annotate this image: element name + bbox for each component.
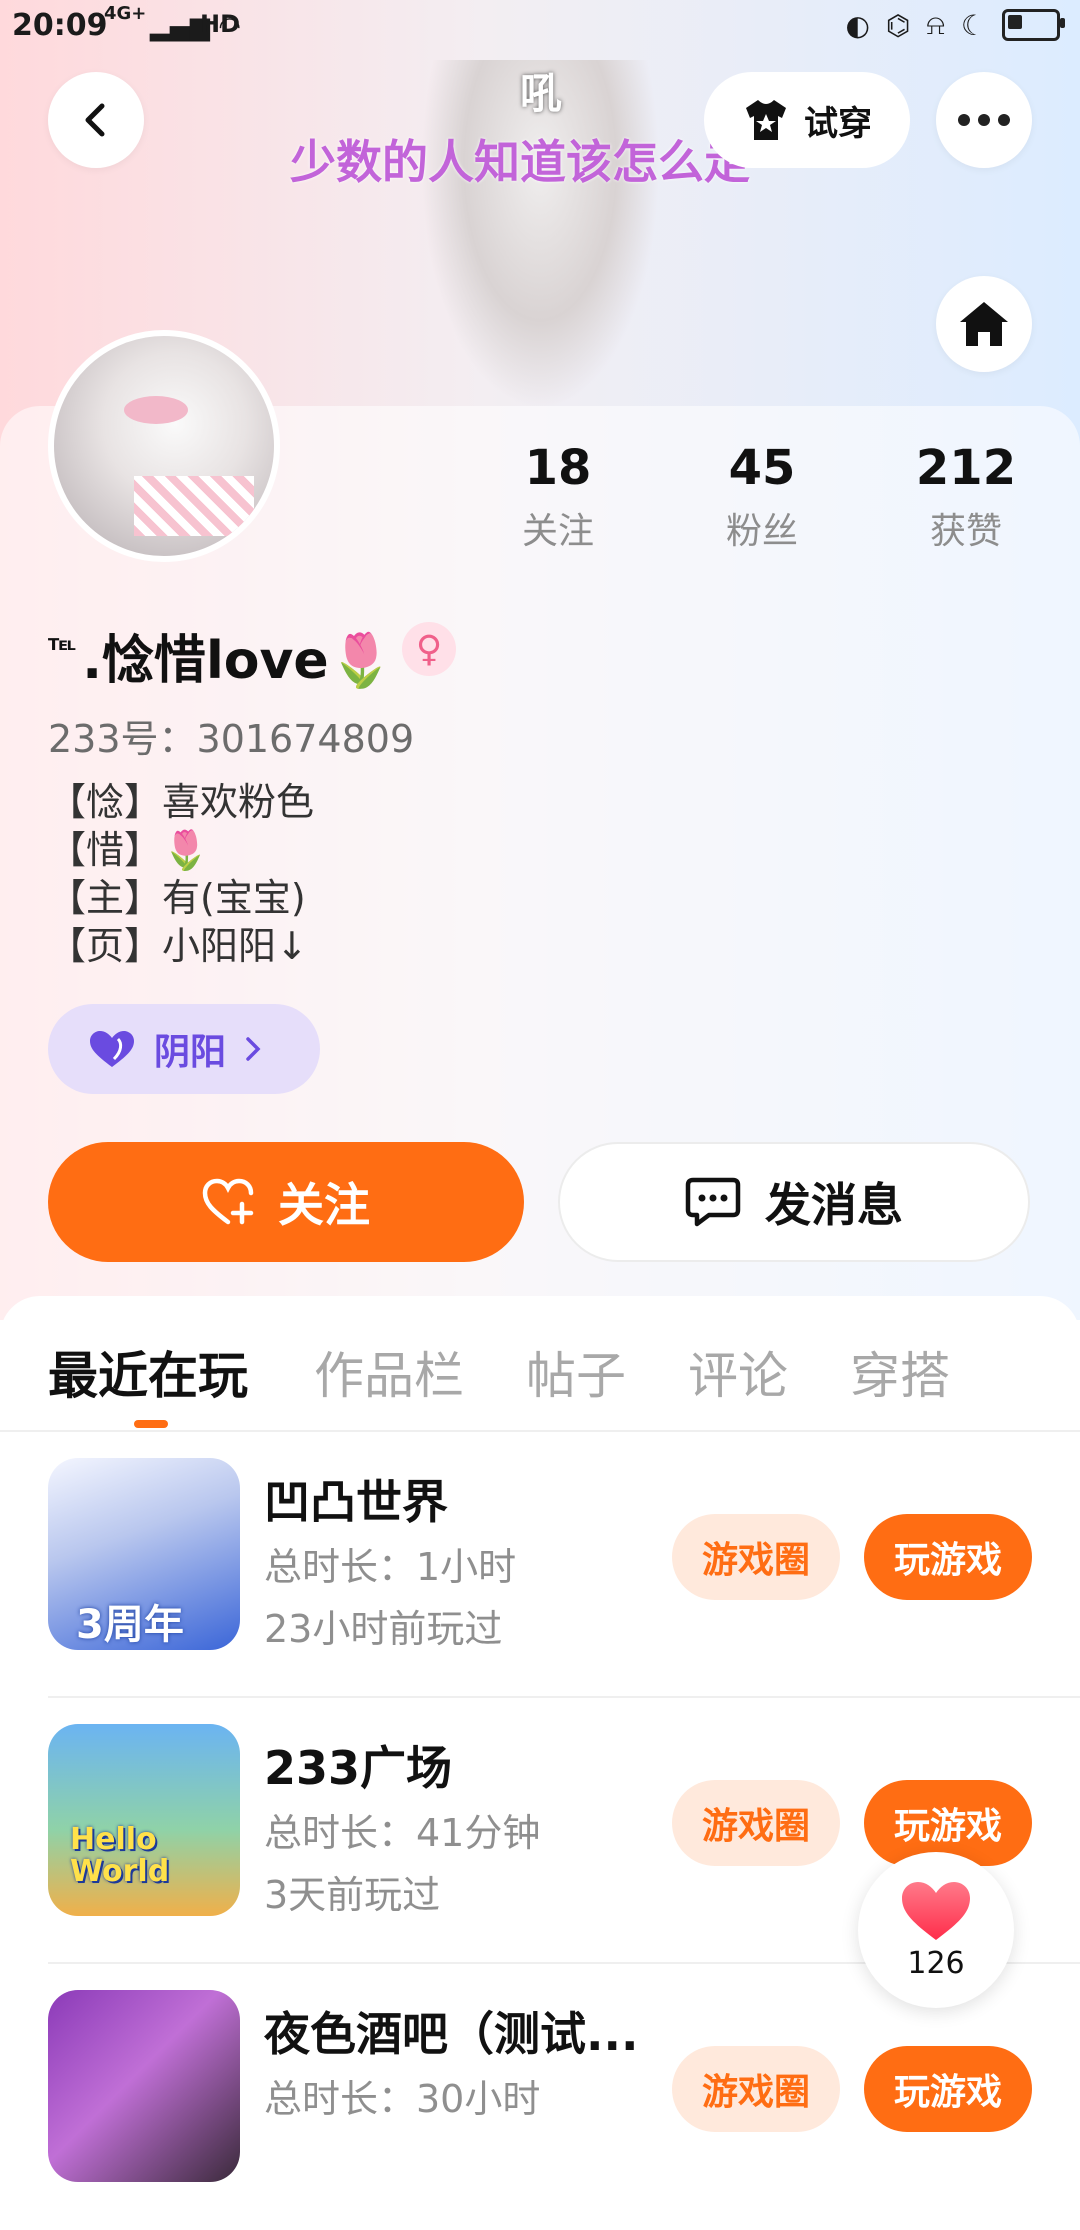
- network-type: 4G+: [104, 3, 147, 24]
- icon-badge-text: Hello World: [70, 1822, 170, 1889]
- stat-likes-value: 212: [915, 440, 1017, 496]
- battery-icon: [1002, 9, 1065, 41]
- back-button[interactable]: [48, 72, 144, 168]
- follow-label: 关注: [278, 1178, 370, 1232]
- stat-following[interactable]: 18 关注: [488, 440, 628, 554]
- game-circle-button[interactable]: 游戏圈: [672, 1780, 840, 1866]
- chevron-left-icon: [85, 103, 105, 137]
- shirt-icon: [746, 100, 786, 140]
- like-count: 126: [907, 1945, 965, 1981]
- dnd-icon: ◐: [845, 8, 870, 42]
- tab-indicator: [134, 1420, 168, 1428]
- game-circle-button[interactable]: 游戏圈: [672, 1514, 840, 1600]
- avatar-art-scarf: [134, 476, 254, 536]
- heart-add-icon: [202, 1178, 254, 1225]
- stat-likes[interactable]: 212 获赞: [896, 440, 1036, 554]
- user-id[interactable]: 233号：301674809: [48, 708, 414, 763]
- list-item[interactable]: 3周年 凹凸世界 总时长：1小时 23小时前玩过 游戏圈 玩游戏: [0, 1432, 1080, 1698]
- moon-icon: ☾: [960, 8, 986, 42]
- lyric-small: 吼: [520, 69, 563, 118]
- try-on-label: 试穿: [804, 103, 872, 144]
- stat-fans-value: 45: [728, 440, 796, 496]
- nfc-icon: ⌬: [885, 8, 911, 42]
- icon-badge-text: 3周年: [76, 1602, 184, 1648]
- tab-posts[interactable]: 帖子: [526, 1336, 626, 1408]
- relation-tag-label: 阴阳: [154, 1032, 227, 1073]
- game-last-played: 3天前玩过: [264, 1873, 441, 1917]
- game-title: 凹凸世界: [264, 1475, 448, 1529]
- bio-line: 【主】有(宝宝): [48, 876, 306, 920]
- avatar-art-eye: [124, 396, 188, 424]
- avatar[interactable]: [48, 330, 280, 562]
- tab-recent[interactable]: 最近在玩: [48, 1336, 248, 1408]
- chat-icon: [685, 1177, 741, 1227]
- bio: 【惗】喜欢粉色 【惜】🌷 【主】有(宝宝) 【页】小阳阳↓: [48, 778, 314, 970]
- name-text: .惗惜love🌷: [82, 631, 394, 691]
- tab-comments[interactable]: 评论: [688, 1336, 788, 1408]
- game-icon[interactable]: Hello World: [48, 1724, 240, 1916]
- status-time: 20:09: [12, 8, 108, 43]
- message-label: 发消息: [765, 1178, 903, 1232]
- home-icon: [960, 302, 1008, 346]
- game-duration: 总时长：41分钟: [264, 1811, 541, 1855]
- heart-icon: [902, 1881, 970, 1940]
- follow-button[interactable]: 关注: [48, 1142, 524, 1262]
- content-section: 最近在玩 作品栏 帖子 评论 穿搭 3周年 凹凸世界 总时长：1小时 23小时前…: [0, 1296, 1080, 2182]
- game-last-played: 23小时前玩过: [264, 1607, 503, 1651]
- game-circle-button[interactable]: 游戏圈: [672, 2046, 840, 2132]
- game-icon[interactable]: 3周年: [48, 1458, 240, 1650]
- game-duration: 总时长：30小时: [264, 2077, 541, 2121]
- name-prefix: ℡: [48, 631, 77, 656]
- game-title: 233广场: [264, 1741, 453, 1795]
- game-title: 夜色酒吧（测试...: [264, 2007, 639, 2061]
- chevron-right-icon: [246, 1037, 261, 1061]
- play-game-button[interactable]: 玩游戏: [864, 2046, 1032, 2132]
- relation-tag-button[interactable]: 阴阳: [48, 1004, 320, 1094]
- more-icon: [958, 114, 1010, 126]
- heart-icon: [90, 1031, 134, 1067]
- stat-following-label: 关注: [521, 511, 594, 552]
- game-duration: 总时长：1小时: [264, 1545, 517, 1589]
- try-on-button[interactable]: 试穿: [704, 72, 910, 168]
- game-icon[interactable]: [48, 1990, 240, 2182]
- bio-line: 【页】小阳阳↓: [48, 924, 308, 968]
- more-button[interactable]: [936, 72, 1032, 168]
- hd-label: HD: [200, 10, 241, 38]
- status-bar: 20:09 4G+ ▂▄▆ ◠ HD ◐ ⌬ ⍾ ☾: [0, 0, 1080, 52]
- tab-outfits[interactable]: 穿搭: [850, 1336, 950, 1408]
- stat-fans-label: 粉丝: [725, 511, 798, 552]
- stat-fans[interactable]: 45 粉丝: [692, 440, 832, 554]
- profile-name: ℡ .惗惜love🌷: [48, 618, 393, 693]
- battery-fill: [1008, 15, 1022, 29]
- tab-works[interactable]: 作品栏: [314, 1336, 464, 1408]
- message-button[interactable]: 发消息: [558, 1142, 1030, 1262]
- stat-following-value: 18: [524, 440, 592, 496]
- vibrate-icon: ⍾: [926, 8, 945, 41]
- stat-likes-label: 获赞: [929, 511, 1002, 552]
- play-game-button[interactable]: 玩游戏: [864, 1514, 1032, 1600]
- like-float-button[interactable]: 126: [858, 1852, 1014, 2008]
- tab-bar: 最近在玩 作品栏 帖子 评论 穿搭: [0, 1296, 1080, 1432]
- bio-line: 【惗】喜欢粉色: [48, 780, 315, 824]
- female-icon: ♀: [402, 622, 456, 676]
- home-button[interactable]: [936, 276, 1032, 372]
- bio-line: 【惜】🌷: [48, 828, 210, 872]
- lyric-text: 少数的人知道该怎么走: [290, 135, 750, 189]
